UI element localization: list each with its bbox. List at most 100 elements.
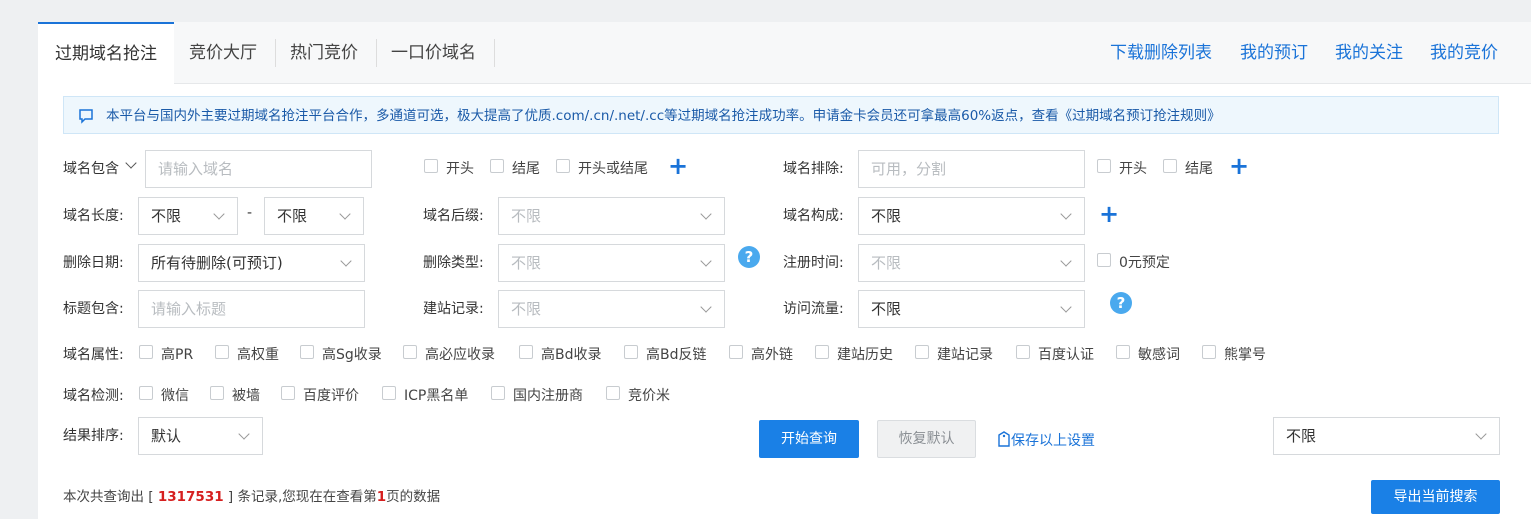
site-record-select[interactable]: 不限 xyxy=(498,290,725,328)
attr-checkbox-high-weight[interactable] xyxy=(215,345,229,359)
traffic-value: 不限 xyxy=(871,300,902,318)
delete-date-select[interactable]: 所有待删除(可预订) xyxy=(138,244,365,282)
add-composition-plus-icon[interactable]: + xyxy=(1099,202,1119,226)
composition-select[interactable]: 不限 xyxy=(858,197,1085,235)
attr-checkbox-xiongzhang[interactable] xyxy=(1202,345,1216,359)
suffix-select[interactable]: 不限 xyxy=(498,197,725,235)
detect-label-baidu-review: 百度评价 xyxy=(303,388,359,404)
domain-exclude-box[interactable] xyxy=(858,150,1085,188)
length-max-value: 不限 xyxy=(277,207,308,225)
attributes-label: 域名属性: xyxy=(63,347,124,363)
tab-divider xyxy=(275,39,276,67)
zero-price-label: 0元预定 xyxy=(1119,255,1170,271)
chevron-down-icon[interactable] xyxy=(125,157,137,169)
detect-checkbox-baidu-review[interactable] xyxy=(281,386,295,400)
domain-exclude-label: 域名排除: xyxy=(783,161,844,177)
attr-checkbox-sensitive[interactable] xyxy=(1116,345,1130,359)
search-button[interactable]: 开始查询 xyxy=(759,420,859,458)
chevron-down-icon xyxy=(238,428,250,440)
right-filter-select[interactable]: 不限 xyxy=(1273,417,1500,455)
attr-label-sensitive: 敏感词 xyxy=(1138,347,1180,363)
checkbox-end[interactable] xyxy=(490,159,504,173)
delete-date-label: 删除日期: xyxy=(63,255,124,271)
attr-checkbox-high-external[interactable] xyxy=(729,345,743,359)
summary-page: 1 xyxy=(376,489,387,505)
exclude-checkbox-end[interactable] xyxy=(1163,159,1177,173)
reset-button[interactable]: 恢复默认 xyxy=(877,420,976,458)
detect-checkbox-icp-blacklist[interactable] xyxy=(382,386,396,400)
checkbox-start-or-end-label: 开头或结尾 xyxy=(578,161,648,177)
attr-label-high-weight: 高权重 xyxy=(237,347,279,363)
summary-count: 1317531 xyxy=(157,489,224,505)
attr-checkbox-high-pr[interactable] xyxy=(139,345,153,359)
detect-label-jingjiami: 竞价米 xyxy=(628,388,670,404)
chevron-down-icon xyxy=(1060,208,1072,220)
domain-exclude-input[interactable] xyxy=(871,151,1084,187)
domain-contains-label[interactable]: 域名包含 xyxy=(63,158,119,178)
site-record-label: 建站记录: xyxy=(423,301,484,317)
add-condition-plus-icon[interactable]: + xyxy=(668,154,688,178)
attr-label-site-history: 建站历史 xyxy=(837,347,893,363)
summary-post: 页的数据 xyxy=(386,489,441,505)
attr-checkbox-high-bd-backlink[interactable] xyxy=(624,345,638,359)
title-input[interactable] xyxy=(151,291,364,327)
length-max-select[interactable]: 不限 xyxy=(264,197,364,235)
attr-label-high-bd-backlink: 高Bd反链 xyxy=(646,347,707,363)
link-download-delete-list[interactable]: 下载删除列表 xyxy=(1110,22,1212,84)
domain-contains-input[interactable] xyxy=(158,151,371,187)
length-dash: - xyxy=(247,205,253,221)
traffic-help-question-icon[interactable]: ? xyxy=(1110,292,1132,314)
tab-auction-hall[interactable]: 竞价大厅 xyxy=(189,22,257,83)
attr-checkbox-site-record[interactable] xyxy=(915,345,929,359)
delete-type-select[interactable]: 不限 xyxy=(498,244,725,282)
attr-label-high-pr: 高PR xyxy=(161,347,194,363)
link-my-bids[interactable]: 我的竞价 xyxy=(1430,22,1498,84)
domain-contains-box[interactable] xyxy=(145,150,372,188)
exclude-checkbox-end-label: 结尾 xyxy=(1185,161,1213,177)
detect-label-wechat: 微信 xyxy=(161,388,189,404)
title-box[interactable] xyxy=(138,290,365,328)
tag-icon xyxy=(998,431,1010,447)
attr-checkbox-baidu-cert[interactable] xyxy=(1016,345,1030,359)
suffix-value: 不限 xyxy=(511,207,542,225)
sort-value: 默认 xyxy=(151,427,182,445)
checkbox-end-label: 结尾 xyxy=(512,161,540,177)
title-label: 标题包含: xyxy=(63,301,124,317)
attr-checkbox-high-bing[interactable] xyxy=(403,345,417,359)
detect-label-domestic-registrar: 国内注册商 xyxy=(513,388,583,404)
link-my-reservations[interactable]: 我的预订 xyxy=(1240,22,1308,84)
sort-select[interactable]: 默认 xyxy=(138,417,263,455)
detect-checkbox-jingjiami[interactable] xyxy=(606,386,620,400)
exclude-checkbox-start[interactable] xyxy=(1097,159,1111,173)
length-label: 域名长度: xyxy=(63,208,124,224)
reg-time-select[interactable]: 不限 xyxy=(858,244,1085,282)
length-min-select[interactable]: 不限 xyxy=(138,197,238,235)
export-button[interactable]: 导出当前搜索 xyxy=(1371,480,1500,514)
tab-hot-auction[interactable]: 热门竞价 xyxy=(290,22,358,83)
detect-checkbox-domestic-registrar[interactable] xyxy=(491,386,505,400)
attr-label-baidu-cert: 百度认证 xyxy=(1038,347,1094,363)
save-settings-text: 保存以上设置 xyxy=(1011,433,1095,449)
notice-banner: 本平台与国内外主要过期域名抢注平台合作，多通道可选，极大提高了优质.com/.c… xyxy=(63,96,1499,134)
sort-label: 结果排序: xyxy=(63,428,124,444)
zero-price-checkbox[interactable] xyxy=(1097,253,1111,267)
detect-checkbox-wechat[interactable] xyxy=(139,386,153,400)
attr-label-high-sg: 高Sg收录 xyxy=(322,347,382,363)
tab-expired-domain[interactable]: 过期域名抢注 xyxy=(38,22,174,85)
result-summary: 本次共查询出 [ 1317531 ] 条记录,您现在在查看第1页的数据 xyxy=(63,485,440,505)
checkbox-start-or-end[interactable] xyxy=(556,159,570,173)
traffic-select[interactable]: 不限 xyxy=(858,290,1085,328)
add-exclude-plus-icon[interactable]: + xyxy=(1229,154,1249,178)
link-my-follows[interactable]: 我的关注 xyxy=(1335,22,1403,84)
attr-checkbox-high-bd[interactable] xyxy=(519,345,533,359)
save-settings-link[interactable]: 保存以上设置 xyxy=(997,430,1095,450)
tab-bar: 过期域名抢注 竞价大厅 热门竞价 一口价域名 下载删除列表 我的预订 我的关注 … xyxy=(38,22,1531,85)
attr-checkbox-high-sg[interactable] xyxy=(300,345,314,359)
checkbox-start[interactable] xyxy=(424,159,438,173)
reg-time-label: 注册时间: xyxy=(783,255,844,271)
detect-checkbox-blocked[interactable] xyxy=(210,386,224,400)
attr-checkbox-site-history[interactable] xyxy=(815,345,829,359)
help-question-icon[interactable]: ? xyxy=(738,246,760,268)
tab-fixed-price[interactable]: 一口价域名 xyxy=(391,22,476,83)
suffix-label: 域名后缀: xyxy=(423,208,484,224)
